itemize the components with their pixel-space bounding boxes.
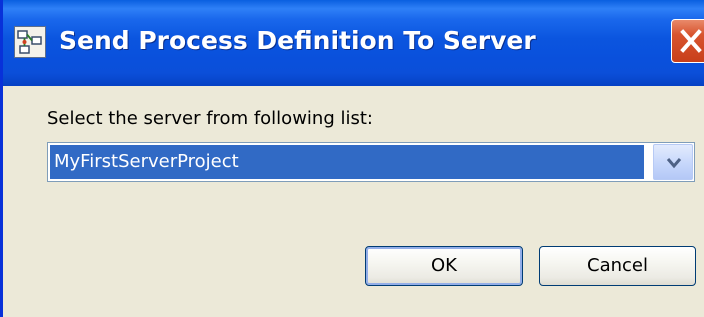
close-button[interactable]	[671, 19, 704, 63]
chevron-down-icon	[666, 158, 682, 169]
dialog-body: Select the server from following list: M…	[3, 86, 704, 317]
server-select-value[interactable]: MyFirstServerProject	[50, 145, 644, 179]
process-definition-icon	[14, 26, 46, 58]
title-bar[interactable]: Send Process Definition To Server	[3, 0, 704, 86]
cancel-button[interactable]: Cancel	[539, 246, 696, 286]
dialog-window: Send Process Definition To Server Select…	[0, 0, 704, 317]
server-select[interactable]: MyFirstServerProject	[47, 142, 695, 182]
ok-button[interactable]: OK	[365, 246, 523, 286]
window-title: Send Process Definition To Server	[59, 26, 536, 55]
server-select-label: Select the server from following list:	[47, 108, 373, 129]
server-select-dropdown-button[interactable]	[653, 144, 693, 180]
close-icon	[680, 29, 702, 53]
